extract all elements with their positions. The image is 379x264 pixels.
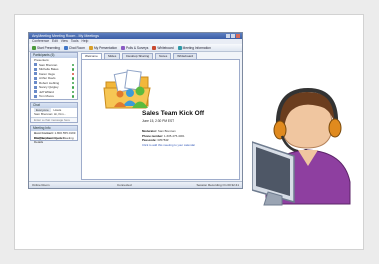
minimize-button[interactable] [226, 34, 230, 38]
meeting-details: Moderator: Sam Brennan Phone number: 1-6… [142, 129, 195, 147]
window-titlebar: AnyMeeting Meeting Room - My Meetings [29, 33, 242, 39]
status-icon [71, 95, 74, 98]
participants-panel: Participants (6) Presenters: Sam Brennan… [30, 52, 78, 100]
toolbar: Start Presenting Chat Room My Presentati… [29, 44, 242, 52]
participant-item[interactable]: Tom Moore [31, 94, 77, 99]
menu-conference[interactable]: Conference [32, 39, 49, 44]
passcode-label: Passcode: [142, 138, 157, 143]
status-bar: Online Room Connected Session Recording … [29, 181, 242, 188]
status-icon [71, 90, 74, 93]
passcode-value: 335784# [157, 138, 169, 143]
person-icon [34, 90, 37, 94]
maximize-button[interactable] [231, 34, 235, 38]
meeting-date: June 15, 2:30 PM EST [142, 119, 175, 123]
menu-view[interactable]: View [61, 39, 68, 44]
person-icon [34, 67, 37, 71]
status-recording: Session Recording On 00:32:41 [196, 183, 239, 187]
meeting-folder-icon [103, 69, 151, 109]
support-agent-illustration [252, 87, 351, 206]
meeting-info-panel: Meeting Info Host Contact: 1.800.555.019… [30, 125, 78, 145]
participant-name: Michelle Bates [39, 67, 59, 71]
toolbar-label: Start Presenting [37, 45, 60, 50]
status-icon [71, 72, 74, 75]
moderator-label: Moderator: [142, 129, 158, 133]
participant-name: Tom Moore [39, 94, 55, 98]
status-icon [71, 86, 74, 89]
status-icon [71, 63, 74, 66]
person-icon [34, 81, 37, 85]
chat-tab-everyone[interactable]: Everyone [34, 107, 51, 112]
toolbar-label: Polls & Surveys [126, 45, 149, 50]
toolbar-label: Chat Room [68, 45, 85, 50]
polls-button[interactable]: Polls & Surveys [121, 45, 149, 50]
status-left: Online Room [32, 183, 50, 187]
meeting-info-button[interactable]: Meeting Information [177, 45, 211, 50]
start-presenting-button[interactable]: Start Presenting [32, 45, 60, 50]
status-icon [71, 77, 74, 80]
moderator-value: Sam Brennan [157, 129, 176, 133]
close-button[interactable] [236, 34, 240, 38]
whiteboard-button[interactable]: Whiteboard [152, 45, 174, 50]
window-title: AnyMeeting Meeting Room - My Meetings [32, 34, 99, 38]
chat-icon [63, 45, 68, 50]
menu-tools[interactable]: Tools [71, 39, 79, 44]
participant-name: Nancy Quigley [39, 85, 59, 89]
presentation-icon [88, 45, 93, 50]
phone-label: Phone number: [142, 133, 164, 138]
participant-name: Robert Liebling [39, 80, 60, 85]
participant-name: Jeff Willard [39, 89, 54, 94]
toolbar-label: Meeting Information [182, 45, 211, 50]
calendar-link[interactable]: Click to add this meeting to your calend… [142, 143, 195, 148]
window-controls [226, 34, 240, 38]
toolbar-label: Whiteboard [157, 45, 174, 50]
person-icon [34, 63, 37, 67]
status-connection: Connected [117, 183, 132, 187]
present-icon [32, 45, 36, 50]
chat-room-button[interactable]: Chat Room [63, 45, 85, 50]
toolbar-label: My Presentation [93, 45, 118, 50]
menu-edit[interactable]: Edit [52, 39, 58, 44]
person-icon [34, 85, 37, 89]
whiteboard-icon [152, 45, 157, 50]
chat-panel: Chat Everyone Hosts Sam Brennan: Hi, Kim… [30, 101, 78, 123]
info-icon [177, 45, 182, 50]
sidebar: Participants (6) Presenters: Sam Brennan… [30, 52, 78, 185]
chat-tab-hosts[interactable]: Hosts [52, 108, 64, 112]
computer-monitor-icon [252, 141, 295, 206]
participant-name: Sam Brennan [39, 62, 58, 67]
info-row: Dial Number: Check Meeting Details [31, 135, 77, 145]
person-icon [34, 76, 37, 80]
participant-name: Karen Vega [39, 71, 55, 76]
info-label: Host Contact: [34, 131, 54, 135]
status-icon [71, 81, 74, 84]
welcome-pane: Sales Team Kick Off June 15, 2:30 PM EST… [81, 59, 240, 180]
status-icon [71, 68, 74, 71]
info-label: Dial Number: [34, 135, 53, 140]
poll-icon [121, 45, 126, 50]
person-icon [34, 94, 37, 98]
person-icon [34, 72, 37, 76]
chat-input[interactable]: Enter a chat message here [31, 116, 77, 122]
phone-value: 1-605-475-4001 [164, 133, 185, 138]
participant-name: Arthur Davis [39, 76, 56, 80]
person-head-icon [279, 92, 335, 149]
menu-help[interactable]: Help [82, 39, 89, 44]
meeting-title: Sales Team Kick Off [142, 110, 205, 117]
my-presentation-button[interactable]: My Presentation [88, 45, 118, 50]
meeting-app-window: AnyMeeting Meeting Room - My Meetings Co… [28, 32, 243, 189]
